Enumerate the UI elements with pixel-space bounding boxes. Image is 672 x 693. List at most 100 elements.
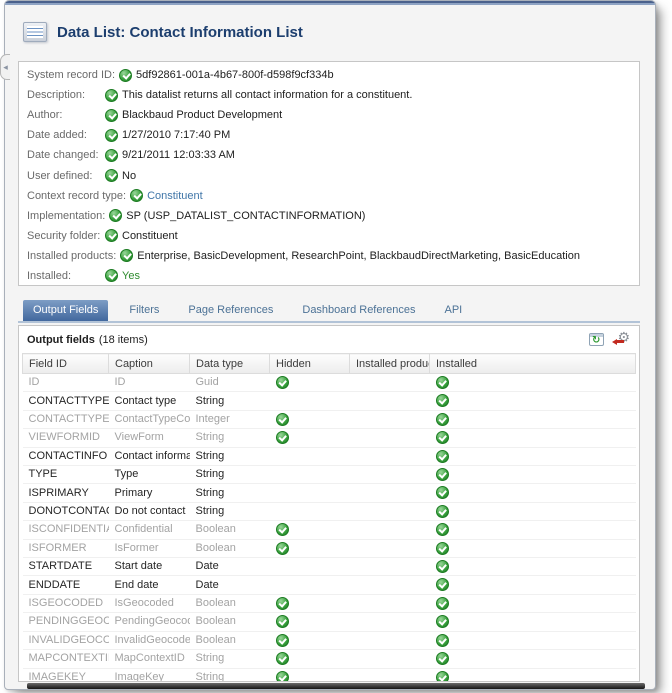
installed-check-icon: [436, 376, 449, 389]
hidden-check-icon: [276, 431, 289, 444]
property-label: Date added:: [27, 129, 105, 141]
hidden-check-icon: [276, 634, 289, 647]
export-arrow-tail: [617, 340, 624, 343]
property-row: Installed products: Enterprise, BasicDev…: [27, 246, 639, 266]
cell-data-type: Integer: [190, 410, 270, 428]
yes-check-icon: [105, 89, 118, 102]
property-label: Implementation:: [27, 210, 109, 222]
cell-installed: [430, 594, 636, 612]
property-label: User defined:: [27, 170, 105, 182]
cell-field-id: ISFORMER: [23, 539, 109, 557]
cell-installed-products: [350, 521, 430, 539]
column-header-installed-products[interactable]: Installed products: [350, 354, 430, 374]
page: ◂ Data List: Contact Information List Sy…: [0, 0, 672, 693]
hidden-check-icon: [276, 542, 289, 555]
cell-installed: [430, 558, 636, 576]
column-header-data-type[interactable]: Data type: [190, 354, 270, 374]
property-value: Yes: [122, 270, 140, 282]
cell-hidden: [270, 650, 350, 668]
cell-hidden: [270, 502, 350, 520]
cell-field-id: TYPE: [23, 466, 109, 484]
cell-hidden: [270, 594, 350, 612]
cell-installed-products: [350, 447, 430, 465]
cell-caption: ImageKey: [109, 668, 190, 682]
table-row[interactable]: IMAGEKEY ImageKey String: [23, 668, 636, 682]
yes-check-icon: [105, 129, 118, 142]
table-row[interactable]: ISGEOCODED IsGeocoded Boolean: [23, 594, 636, 612]
table-row[interactable]: DONOTCONTACT Do not contact String: [23, 502, 636, 520]
table-row[interactable]: MAPCONTEXTID MapContextID String: [23, 650, 636, 668]
cell-data-type: Guid: [190, 374, 270, 392]
cell-data-type: Boolean: [190, 539, 270, 557]
installed-check-icon: [436, 615, 449, 628]
cell-installed-products: [350, 558, 430, 576]
property-value-link[interactable]: Constituent: [147, 190, 203, 202]
tab-page-references[interactable]: Page References: [180, 300, 281, 321]
column-header-installed[interactable]: Installed: [430, 354, 636, 374]
tab-api[interactable]: API: [437, 300, 471, 321]
cell-installed-products: [350, 539, 430, 557]
table-row[interactable]: ISPRIMARY Primary String: [23, 484, 636, 502]
property-value: Enterprise, BasicDevelopment, ResearchPo…: [137, 250, 580, 262]
cell-hidden: [270, 374, 350, 392]
cell-field-id: CONTACTTYPECODE: [23, 410, 109, 428]
table-row[interactable]: STARTDATE Start date Date: [23, 558, 636, 576]
table-row[interactable]: VIEWFORMID ViewForm String: [23, 429, 636, 447]
table-row[interactable]: ISFORMER IsFormer Boolean: [23, 539, 636, 557]
table-row[interactable]: CONTACTTYPECODE ContactTypeCode Integer: [23, 410, 636, 428]
property-row: Author: Blackbaud Product Development: [27, 105, 639, 125]
hidden-check-icon: [276, 615, 289, 628]
table-row[interactable]: ENDDATE End date Date: [23, 576, 636, 594]
cell-installed-products: [350, 613, 430, 631]
table-row[interactable]: CONTACTTYPE Contact type String: [23, 392, 636, 410]
tab-filters[interactable]: Filters: [121, 300, 167, 321]
cell-hidden: [270, 429, 350, 447]
cell-hidden: [270, 447, 350, 465]
output-fields-table: Field IDCaptionData typeHiddenInstalled …: [22, 353, 636, 682]
cell-installed: [430, 539, 636, 557]
cell-caption: ViewForm: [109, 429, 190, 447]
grid-toolbar: Output fields (18 items) ↻ ⚙: [19, 326, 639, 353]
cell-caption: Contact type: [109, 392, 190, 410]
table-row[interactable]: ISCONFIDENTIAL Confidential Boolean: [23, 521, 636, 539]
cell-installed-products: [350, 502, 430, 520]
column-header-hidden[interactable]: Hidden: [270, 354, 350, 374]
cell-field-id: IMAGEKEY: [23, 668, 109, 682]
cell-caption: PendingGeocode: [109, 613, 190, 631]
cell-hidden: [270, 521, 350, 539]
cell-installed-products: [350, 631, 430, 649]
refresh-icon[interactable]: ↻: [589, 333, 604, 346]
yes-check-icon: [105, 269, 118, 282]
cell-data-type: Boolean: [190, 594, 270, 612]
cell-caption: Type: [109, 466, 190, 484]
tab-dashboard-references[interactable]: Dashboard References: [294, 300, 423, 321]
cell-field-id: ID: [23, 374, 109, 392]
tab-output-fields[interactable]: Output Fields: [23, 300, 108, 321]
cell-caption: Do not contact: [109, 502, 190, 520]
cell-data-type: String: [190, 650, 270, 668]
cell-installed: [430, 447, 636, 465]
cell-data-type: Date: [190, 558, 270, 576]
table-row[interactable]: TYPE Type String: [23, 466, 636, 484]
hidden-check-icon: [276, 652, 289, 665]
installed-check-icon: [436, 523, 449, 536]
yes-check-icon: [105, 229, 118, 242]
table-row[interactable]: CONTACTINFO Contact information String: [23, 447, 636, 465]
cell-caption: ContactTypeCode: [109, 410, 190, 428]
installed-check-icon: [436, 597, 449, 610]
cell-installed: [430, 502, 636, 520]
cell-installed: [430, 410, 636, 428]
export-icon[interactable]: ⚙: [612, 332, 629, 347]
cell-installed-products: [350, 392, 430, 410]
installed-check-icon: [436, 560, 449, 573]
hidden-check-icon: [276, 597, 289, 610]
explorer-collapse-handle[interactable]: ◂: [0, 54, 10, 80]
table-row[interactable]: PENDINGGEOCODE PendingGeocode Boolean: [23, 613, 636, 631]
table-row[interactable]: INVALIDGEOCODE InvalidGeocode Boolean: [23, 631, 636, 649]
hidden-check-icon: [276, 413, 289, 426]
cell-field-id: ENDDATE: [23, 576, 109, 594]
property-row: User defined: No: [27, 165, 639, 185]
table-row[interactable]: ID ID Guid: [23, 374, 636, 392]
column-header-caption[interactable]: Caption: [109, 354, 190, 374]
column-header-field-id[interactable]: Field ID: [23, 354, 109, 374]
